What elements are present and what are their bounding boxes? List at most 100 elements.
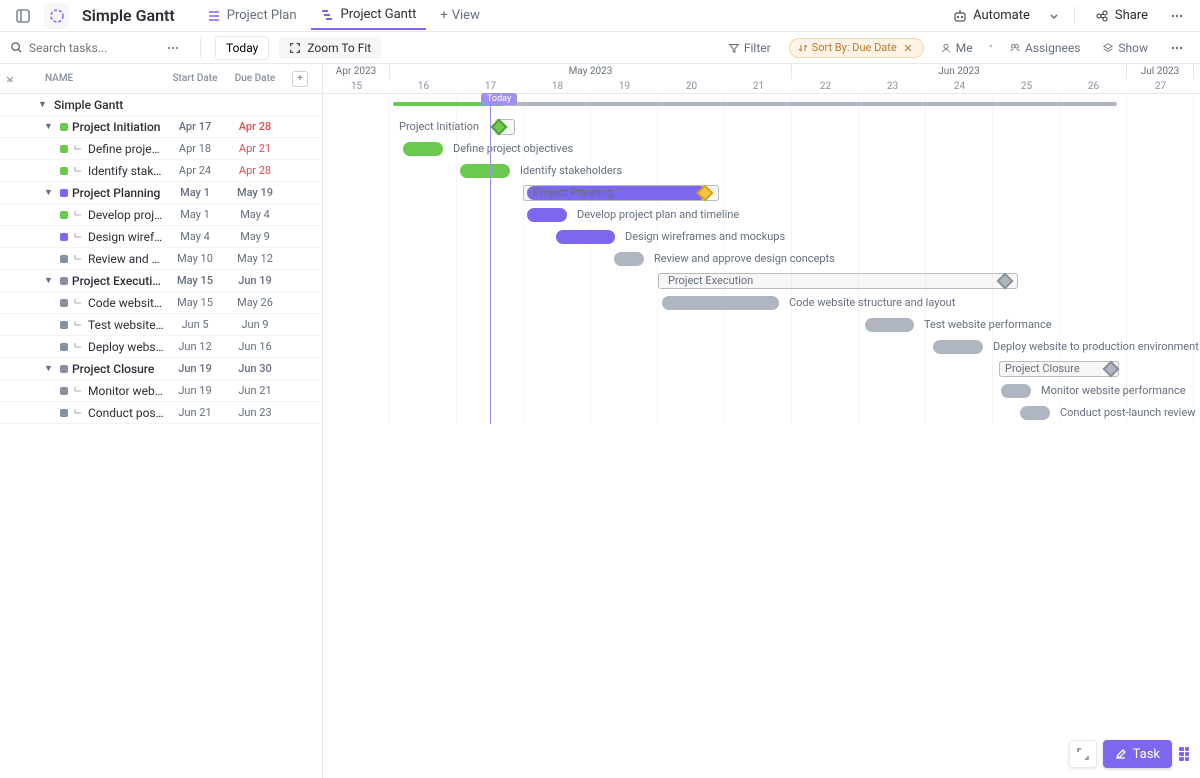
show-button[interactable]: Show — [1096, 37, 1154, 59]
task-start-date[interactable]: Apr 24 — [165, 164, 225, 177]
task-due-date[interactable]: May 4 — [225, 208, 285, 221]
task-bar[interactable] — [614, 252, 644, 266]
add-column-button[interactable]: + — [292, 71, 308, 87]
task-due-date[interactable]: Jun 23 — [225, 406, 285, 419]
task-row[interactable]: Identify stakeholdersApr 24Apr 28 — [0, 160, 322, 182]
task-bar[interactable] — [460, 164, 510, 178]
task-row[interactable]: Code website structure and layoutMay 15M… — [0, 292, 322, 314]
timeline-day: 18 — [524, 79, 591, 94]
person-icon — [940, 42, 952, 54]
task-name: Test website performance — [88, 318, 165, 332]
task-row[interactable]: Develop project plan and timelineMay 1Ma… — [0, 204, 322, 226]
task-due-date[interactable]: Apr 28 — [225, 164, 285, 177]
search-box[interactable] — [10, 41, 150, 55]
task-row[interactable]: ▼Project ClosureJun 19Jun 30 — [0, 358, 322, 380]
gantt-row: Develop project plan and timeline — [323, 204, 1200, 226]
task-row[interactable]: Define project objectivesApr 18Apr 21 — [0, 138, 322, 160]
filter-button[interactable]: Filter — [720, 37, 779, 59]
task-row[interactable]: ▼Project InitiationApr 17Apr 28 — [0, 116, 322, 138]
task-name: Develop project plan and timeline — [88, 208, 165, 222]
gantt-row: Conduct post-launch review — [323, 402, 1200, 424]
task-row[interactable]: ▼Simple Gantt — [0, 94, 322, 116]
column-name-header[interactable]: NAME — [20, 73, 165, 84]
task-bar[interactable] — [403, 142, 443, 156]
assignees-button[interactable]: Assignees — [1003, 37, 1086, 59]
task-row[interactable]: Monitor website performanceJun 19Jun 21 — [0, 380, 322, 402]
task-row[interactable]: Design wireframes and mockupsMay 4May 9 — [0, 226, 322, 248]
sort-pill[interactable]: Sort By: Due Date — [789, 38, 924, 58]
column-start-header[interactable]: Start Date — [165, 73, 225, 84]
sort-clear-button[interactable] — [901, 41, 915, 55]
task-due-date[interactable]: Apr 21 — [225, 142, 285, 155]
collapse-toggle[interactable]: ▼ — [44, 363, 56, 374]
automate-button[interactable]: Automate — [945, 4, 1038, 27]
sidebar-toggle-icon[interactable] — [10, 3, 36, 29]
task-start-date[interactable]: May 15 — [165, 296, 225, 309]
task-start-date[interactable]: Jun 19 — [165, 362, 225, 375]
task-row[interactable]: Deploy website to production environment… — [0, 336, 322, 358]
new-task-button[interactable]: Task — [1103, 740, 1172, 768]
task-bar[interactable] — [1001, 384, 1031, 398]
task-start-date[interactable]: Jun 19 — [165, 384, 225, 397]
task-bar[interactable] — [933, 340, 983, 354]
task-start-date[interactable]: May 4 — [165, 230, 225, 243]
task-row[interactable]: Conduct post-launch reviewJun 21Jun 23 — [0, 402, 322, 424]
task-start-date[interactable]: May 1 — [165, 208, 225, 221]
task-start-date[interactable]: Jun 5 — [165, 318, 225, 331]
share-button[interactable]: Share — [1085, 4, 1158, 27]
task-due-date[interactable]: Jun 19 — [225, 274, 285, 287]
task-due-date[interactable]: May 9 — [225, 230, 285, 243]
task-due-date[interactable]: Jun 30 — [225, 362, 285, 375]
collapse-toggle[interactable]: ▼ — [44, 187, 56, 198]
task-bar[interactable] — [527, 208, 567, 222]
task-row[interactable]: Test website performanceJun 5Jun 9 — [0, 314, 322, 336]
task-start-date[interactable]: Apr 18 — [165, 142, 225, 155]
bar-label: Project Planning — [533, 186, 613, 199]
task-due-date[interactable]: May 12 — [225, 252, 285, 265]
task-row[interactable]: ▼ Project ExecutionMay 15Jun 19 — [0, 270, 322, 292]
task-start-date[interactable]: Jun 21 — [165, 406, 225, 419]
automate-chevron[interactable] — [1044, 6, 1064, 26]
add-view-button[interactable]: + View — [430, 1, 490, 30]
me-filter-button[interactable]: Me — [934, 37, 979, 59]
collapse-toggle[interactable]: ▼ — [44, 121, 56, 132]
task-due-date[interactable]: Jun 16 — [225, 340, 285, 353]
compose-icon — [1115, 748, 1127, 760]
search-options-button[interactable] — [160, 35, 186, 61]
task-due-date[interactable]: Apr 28 — [225, 120, 285, 133]
task-due-date[interactable]: Jun 9 — [225, 318, 285, 331]
status-indicator — [60, 277, 68, 285]
task-due-date[interactable]: May 26 — [225, 296, 285, 309]
task-start-date[interactable]: May 1 — [165, 186, 225, 199]
collapse-toggle[interactable]: ▼ — [44, 275, 56, 286]
task-row[interactable]: ▼Project PlanningMay 1May 19 — [0, 182, 322, 204]
bar-label: Develop project plan and timeline — [577, 208, 739, 221]
task-due-date[interactable]: May 19 — [225, 186, 285, 199]
tab-project-plan[interactable]: Project Plan — [197, 1, 307, 30]
column-due-header[interactable]: Due Date — [225, 73, 285, 84]
task-bar[interactable] — [556, 230, 615, 244]
task-start-date[interactable]: May 15 — [165, 274, 225, 287]
today-button[interactable]: Today — [215, 36, 269, 60]
task-start-date[interactable]: May 10 — [165, 252, 225, 265]
task-due-date[interactable]: Jun 21 — [225, 384, 285, 397]
tab-project-gantt[interactable]: Project Gantt — [311, 1, 427, 30]
bar-label: Project Initiation — [399, 120, 479, 133]
task-start-date[interactable]: Apr 17 — [165, 120, 225, 133]
task-bar[interactable] — [662, 296, 779, 310]
search-input[interactable] — [29, 41, 129, 55]
zoom-to-fit-button[interactable]: Zoom To Fit — [279, 37, 381, 59]
task-name: Project Execution — [72, 274, 165, 288]
task-bar[interactable] — [1020, 406, 1050, 420]
expand-all-icon[interactable] — [5, 74, 15, 84]
chevron-down-icon — [1049, 11, 1059, 21]
expand-fullscreen-button[interactable] — [1069, 740, 1097, 768]
layers-icon — [1102, 42, 1114, 54]
collapse-toggle[interactable]: ▼ — [38, 99, 50, 110]
apps-button[interactable] — [1178, 740, 1190, 768]
task-start-date[interactable]: Jun 12 — [165, 340, 225, 353]
view-more-button[interactable] — [1164, 35, 1190, 61]
more-menu-button[interactable] — [1164, 3, 1190, 29]
task-bar[interactable] — [865, 318, 914, 332]
task-row[interactable]: Review and approve design conceptsMay 10… — [0, 248, 322, 270]
